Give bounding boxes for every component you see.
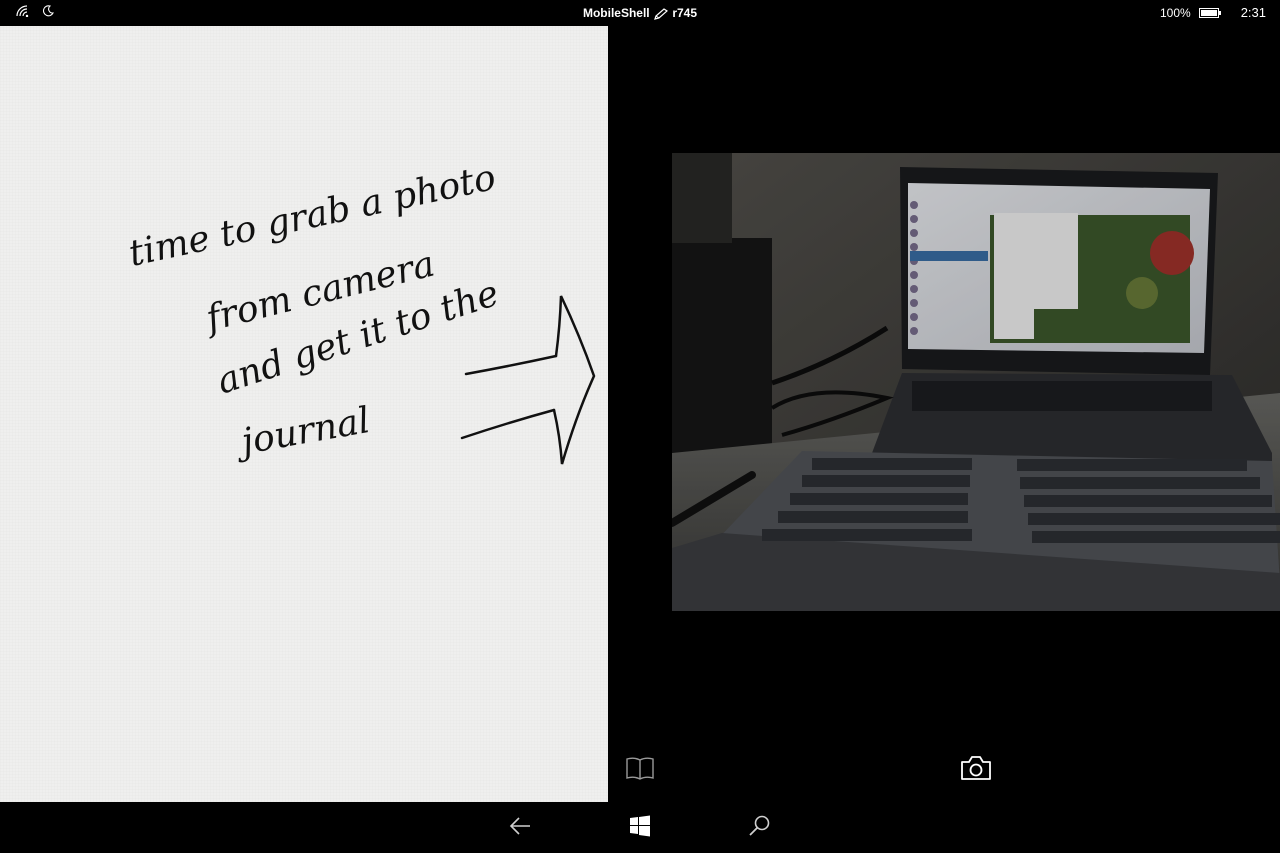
status-bar: MobileShell r745 100% 2:31 — [0, 0, 1280, 26]
pen-icon — [653, 6, 672, 20]
clock: 2:31 — [1240, 5, 1266, 20]
status-right-icons: 100% 2:31 — [1160, 5, 1266, 20]
ink-arrow — [460, 295, 596, 465]
status-title: MobileShell r745 — [0, 5, 1280, 20]
back-arrow-icon — [508, 816, 532, 841]
camera-frame — [672, 153, 1280, 611]
battery-percent: 100% — [1159, 5, 1191, 20]
camera-icon — [959, 754, 993, 787]
search-button[interactable] — [746, 814, 774, 842]
book-icon — [625, 755, 655, 786]
handwritten-line-1: time to grab a photo — [125, 157, 499, 275]
camera-preview[interactable] — [672, 153, 1280, 611]
windows-start-icon — [629, 815, 651, 842]
navigation-bar — [0, 802, 1280, 853]
search-icon — [748, 814, 772, 843]
journal-page[interactable]: time to grab a photo from camera and get… — [0, 26, 608, 802]
back-button[interactable] — [506, 814, 534, 842]
start-button[interactable] — [626, 814, 654, 842]
app-name: MobileShell — [582, 5, 650, 20]
battery-icon — [1198, 7, 1221, 18]
journal-book-button[interactable] — [622, 754, 658, 786]
mobile-shell-screen: MobileShell r745 100% 2:31 time to grab … — [0, 0, 1280, 853]
ink-canvas[interactable]: time to grab a photo from camera and get… — [0, 26, 608, 802]
build-label: r745 — [672, 5, 698, 20]
camera-capture-button[interactable] — [956, 752, 996, 788]
handwritten-line-4: journal — [232, 400, 373, 464]
